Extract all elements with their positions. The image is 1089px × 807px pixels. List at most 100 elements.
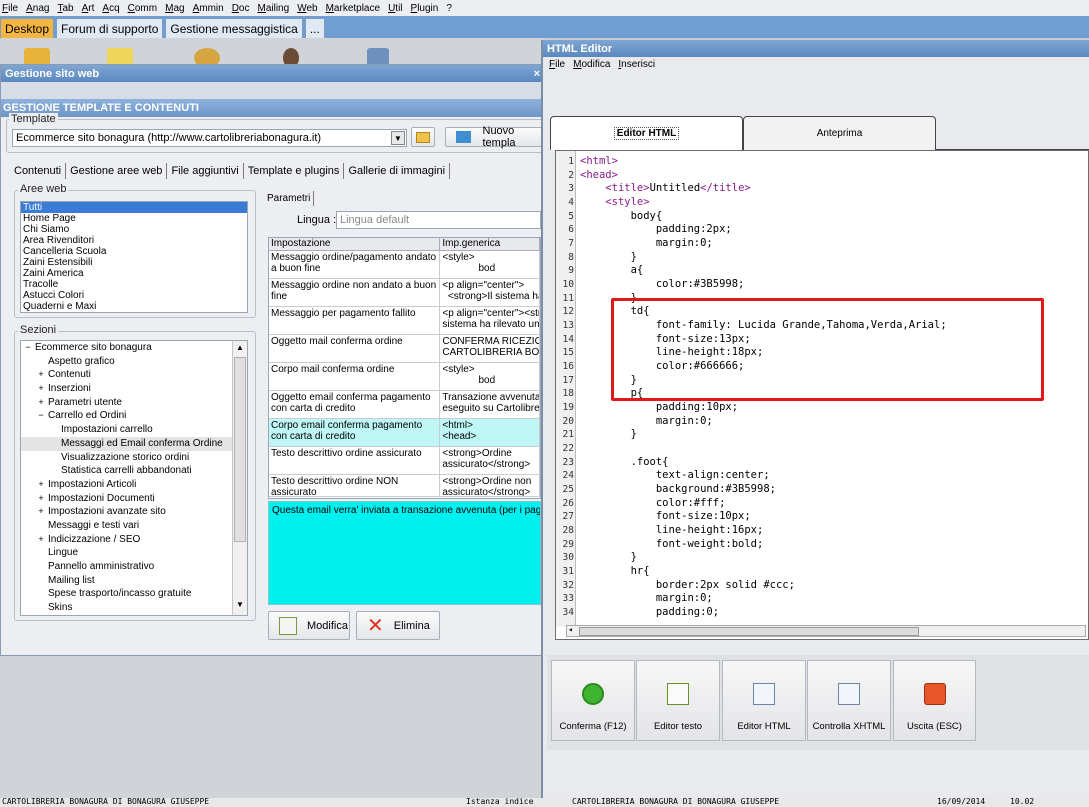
menu-item-ammin[interactable]: Ammin [193, 3, 224, 14]
tab-editor-html[interactable]: Editor HTML [550, 116, 743, 150]
tab-file-aggiuntivi[interactable]: File aggiuntivi [167, 163, 244, 179]
tree-item[interactable]: − Carrello ed Ordini [21, 409, 247, 423]
scroll-down-icon[interactable]: ▼ [236, 600, 244, 609]
language-field[interactable]: Lingua default [336, 211, 541, 229]
confirm-button[interactable]: Conferma (F12) [551, 660, 635, 741]
modifica-button[interactable]: Modifica [268, 611, 350, 640]
menu-item-tab[interactable]: Tab [57, 3, 73, 14]
list-item[interactable]: Zaini America [21, 268, 247, 279]
desktop-tab[interactable]: ... [304, 18, 325, 38]
tree-item[interactable]: + Parametri utente [21, 396, 247, 410]
desktop-tab[interactable]: Gestione messaggistica [165, 18, 303, 38]
scroll-thumb[interactable] [234, 357, 246, 542]
tab-parametri[interactable]: Parametri [264, 191, 315, 206]
menu-item-[interactable]: ? [446, 3, 452, 14]
new-template-button[interactable]: Nuovo templa [445, 125, 545, 149]
expand-icon[interactable]: + [36, 505, 46, 519]
menu-item-acq[interactable]: Acq [102, 3, 119, 14]
table-row[interactable]: Corpo mail conferma ordine <style> bod [269, 363, 540, 391]
list-item[interactable]: Cancelleria Scuola [21, 246, 247, 257]
column-header[interactable]: Imp.generica [440, 238, 540, 250]
table-row[interactable]: Oggetto email conferma pagamento con car… [269, 391, 540, 419]
text-editor-button[interactable]: Editor testo [636, 660, 720, 741]
tree-item[interactable]: Messaggi e testi vari [21, 519, 247, 533]
tab-contenuti[interactable]: Contenuti [10, 163, 67, 179]
tree-item[interactable]: Spese trasporto/incasso gratuite [21, 587, 247, 601]
tab-anteprima[interactable]: Anteprima [743, 116, 936, 150]
template-select[interactable]: Ecommerce sito bonagura (http://www.cart… [12, 129, 407, 147]
table-row[interactable]: Oggetto mail conferma ordine CONFERMA RIC… [269, 335, 540, 363]
tree-item[interactable]: + Impostazioni avanzate sito [21, 505, 247, 519]
scroll-thumb[interactable] [579, 627, 919, 636]
expand-icon[interactable]: + [36, 492, 46, 506]
editor-menu-item[interactable]: Inserisci [618, 59, 655, 70]
list-item[interactable]: Zaini Estensibili [21, 257, 247, 268]
list-item[interactable]: Tracolle [21, 279, 247, 290]
elimina-button[interactable]: ✕ Elimina [356, 611, 440, 640]
expand-icon[interactable]: + [36, 368, 46, 382]
expand-icon[interactable]: + [36, 478, 46, 492]
tab-gallerie-di-immagini[interactable]: Gallerie di immagini [344, 163, 451, 179]
tree-item[interactable]: − Ecommerce sito bonagura [21, 341, 247, 355]
list-item[interactable]: Quaderni e Maxi [21, 301, 247, 312]
menu-item-mailing[interactable]: Mailing [257, 3, 289, 14]
web-areas-list[interactable]: Tutti Home Page Chi Siamo Area Rivenditori C… [20, 201, 248, 313]
close-icon[interactable]: × [534, 68, 540, 80]
tree-item[interactable]: + Impostazioni Documenti [21, 492, 247, 506]
menu-item-util[interactable]: Util [388, 3, 402, 14]
menu-item-mag[interactable]: Mag [165, 3, 184, 14]
scroll-left-icon[interactable]: ◂ [568, 625, 573, 634]
sections-tree[interactable]: − Ecommerce sito bonagura Aspetto grafico +… [20, 340, 248, 616]
table-row[interactable]: Corpo email conferma pagamento con carta… [269, 419, 540, 447]
tree-item[interactable]: Lingue [21, 546, 247, 560]
tree-item[interactable]: Pannello amministrativo [21, 560, 247, 574]
tree-item[interactable]: Impostazioni carrello [21, 423, 247, 437]
tree-item[interactable]: Visualizzazione storico ordini [21, 451, 247, 465]
table-row[interactable]: Testo descrittivo ordine assicurato <stro… [269, 447, 540, 475]
tree-item[interactable]: + Inserzioni [21, 382, 247, 396]
list-item[interactable]: Astucci Colori [21, 290, 247, 301]
list-item[interactable]: Tutti [21, 202, 247, 213]
collapse-icon[interactable]: − [36, 409, 46, 423]
column-header[interactable]: Impostazione [269, 238, 441, 250]
expand-icon[interactable]: + [36, 396, 46, 410]
tree-item[interactable]: Messaggi ed Email conferma Ordine [21, 436, 247, 451]
menu-item-anag[interactable]: Anag [26, 3, 49, 14]
tree-item[interactable]: Aspetto grafico [21, 355, 247, 369]
editor-menu-item[interactable]: Modifica [573, 59, 610, 70]
tab-gestione-aree-web[interactable]: Gestione aree web [66, 163, 168, 179]
table-row[interactable]: Messaggio ordine/pagamento andato a buon… [269, 251, 540, 279]
chevron-down-icon[interactable]: ▼ [391, 131, 405, 145]
menu-item-file[interactable]: File [2, 3, 18, 14]
exit-button[interactable]: Uscita (ESC) [893, 660, 976, 741]
desktop-tab[interactable]: Forum di supporto [56, 18, 164, 38]
menu-item-art[interactable]: Art [82, 3, 95, 14]
tree-item[interactable]: + Indicizzazione / SEO [21, 533, 247, 547]
menu-item-marketplace[interactable]: Marketplace [326, 3, 380, 14]
menu-item-doc[interactable]: Doc [232, 3, 250, 14]
list-item[interactable]: Chi Siamo [21, 224, 247, 235]
scroll-up-icon[interactable]: ▲ [236, 343, 244, 352]
horizontal-scrollbar[interactable]: ◂ [566, 625, 1086, 637]
check-xhtml-button[interactable]: Controlla XHTML [807, 660, 891, 741]
list-item[interactable]: Area Rivenditori [21, 235, 247, 246]
menu-item-plugin[interactable]: Plugin [411, 3, 439, 14]
tree-item[interactable]: Mailing list [21, 574, 247, 588]
open-folder-button[interactable] [411, 127, 435, 147]
sections-scrollbar[interactable]: ▲ ▼ [232, 341, 247, 615]
tree-item[interactable]: Statistica carrelli abbandonati [21, 464, 247, 478]
table-row[interactable]: Messaggio per pagamento fallito <p align=… [269, 307, 540, 335]
table-row[interactable]: Testo descrittivo ordine NON assicurato <… [269, 475, 540, 497]
menu-item-comm[interactable]: Comm [128, 3, 157, 14]
tab-template-e-plugins[interactable]: Template e plugins [244, 163, 345, 179]
collapse-icon[interactable]: − [23, 341, 33, 355]
html-editor-button[interactable]: Editor HTML [722, 660, 806, 741]
tree-item[interactable]: Skins [21, 601, 247, 615]
tree-item[interactable]: + Contenuti [21, 368, 247, 382]
expand-icon[interactable]: + [36, 382, 46, 396]
list-item[interactable]: Home Page [21, 213, 247, 224]
desktop-tab[interactable]: Desktop [0, 18, 55, 38]
tree-item[interactable]: + Impostazioni Articoli [21, 478, 247, 492]
menu-item-web[interactable]: Web [297, 3, 317, 14]
expand-icon[interactable]: + [36, 533, 46, 547]
